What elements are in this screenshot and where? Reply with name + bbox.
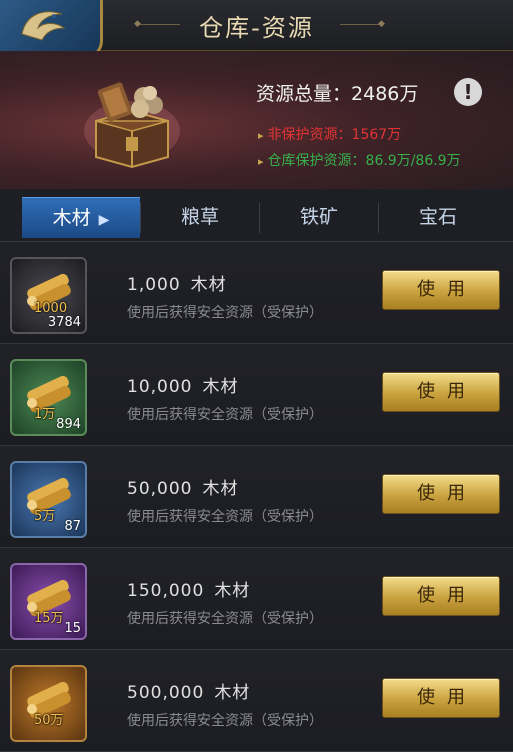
item-count: 15 bbox=[64, 621, 81, 636]
tab-label: 宝石 bbox=[418, 206, 457, 228]
item-amount: 50,000 bbox=[127, 479, 193, 499]
resource-summary: 资源总量：2486万 ! ▸ 非保护资源：1567万 ▸ 仓库保护资源：86.9万/… bbox=[0, 51, 513, 189]
unprotected-label: 非保护资源： bbox=[267, 127, 352, 143]
item-amount: 150,000 bbox=[127, 581, 205, 601]
arrow-right-icon: ▸ bbox=[258, 155, 264, 168]
page-title: 仓库-资源 bbox=[199, 14, 314, 42]
total-value: 2486万 bbox=[351, 83, 419, 105]
total-label: 资源总量： bbox=[256, 83, 352, 105]
wood-bundle-icon[interactable]: 15万 15 bbox=[10, 563, 87, 640]
use-button[interactable]: 使用 bbox=[382, 474, 500, 514]
item-unit: 木材 bbox=[214, 683, 251, 703]
exclamation-icon[interactable]: ! bbox=[454, 78, 482, 106]
item-unit: 木材 bbox=[214, 581, 251, 601]
use-button[interactable]: 使用 bbox=[382, 372, 500, 412]
resource-tabs: 木材 ▶ 粮草 铁矿 宝石 bbox=[0, 189, 513, 242]
tab-wood[interactable]: 木材 ▶ bbox=[22, 197, 140, 238]
item-count: 3784 bbox=[47, 315, 81, 330]
header-bar: ◆ ◆ 仓库-资源 bbox=[0, 0, 513, 59]
item-name: 50,000 木材 bbox=[127, 474, 238, 499]
total-resources: 资源总量：2486万 bbox=[256, 79, 418, 106]
tab-label: 木材 bbox=[52, 207, 91, 229]
protected-resources: ▸ 仓库保护资源：86.9万/86.9万 bbox=[258, 150, 461, 170]
item-amount-badge: 5万 bbox=[34, 509, 56, 524]
arrow-right-icon: ▸ bbox=[258, 129, 264, 142]
item-amount-badge: 1万 bbox=[34, 407, 56, 422]
use-button[interactable]: 使用 bbox=[382, 678, 500, 718]
wood-bundle-icon[interactable]: 1000 3784 bbox=[10, 257, 87, 334]
item-description: 使用后获得安全资源（受保护） bbox=[127, 713, 323, 729]
item-name: 1,000 木材 bbox=[127, 270, 227, 295]
item-unit: 木材 bbox=[202, 377, 239, 397]
wood-bundle-icon[interactable]: 1万 894 bbox=[10, 359, 87, 436]
wood-bundle-icon[interactable]: 50万 bbox=[10, 665, 87, 742]
list-item: 1000 3784 1,000 木材 使用后获得安全资源（受保护） 使用 bbox=[0, 242, 513, 344]
item-amount-badge: 15万 bbox=[34, 611, 64, 626]
item-name: 500,000 木材 bbox=[127, 678, 250, 703]
item-amount: 1,000 bbox=[127, 275, 181, 295]
list-item: 5万 87 50,000 木材 使用后获得安全资源（受保护） 使用 bbox=[0, 446, 513, 548]
item-description: 使用后获得安全资源（受保护） bbox=[127, 305, 323, 321]
item-unit: 木材 bbox=[190, 275, 227, 295]
item-name: 10,000 木材 bbox=[127, 372, 238, 397]
tab-iron[interactable]: 铁矿 bbox=[260, 197, 378, 237]
unprotected-value: 1567万 bbox=[351, 127, 402, 143]
item-count: 894 bbox=[56, 417, 81, 432]
list-item: 50万 500,000 木材 使用后获得安全资源（受保护） 使用 bbox=[0, 650, 513, 752]
treasure-chest-icon bbox=[82, 71, 182, 171]
item-name: 150,000 木材 bbox=[127, 576, 250, 601]
tab-gem[interactable]: 宝石 bbox=[379, 197, 497, 237]
item-count: 87 bbox=[64, 519, 81, 534]
item-amount: 500,000 bbox=[127, 683, 205, 703]
item-amount-badge: 1000 bbox=[34, 301, 68, 316]
protected-label: 仓库保护资源： bbox=[267, 153, 366, 169]
item-amount: 10,000 bbox=[127, 377, 193, 397]
item-description: 使用后获得安全资源（受保护） bbox=[127, 509, 323, 525]
use-button[interactable]: 使用 bbox=[382, 576, 500, 616]
chevron-right-icon: ▶ bbox=[98, 212, 110, 228]
wood-bundle-icon[interactable]: 5万 87 bbox=[10, 461, 87, 538]
item-description: 使用后获得安全资源（受保护） bbox=[127, 611, 323, 627]
item-description: 使用后获得安全资源（受保护） bbox=[127, 407, 323, 423]
protected-value: 86.9万/86.9万 bbox=[365, 153, 461, 169]
tab-grain[interactable]: 粮草 bbox=[141, 197, 259, 237]
tab-label: 铁矿 bbox=[299, 206, 338, 228]
tab-label: 粮草 bbox=[180, 206, 219, 228]
unprotected-resources: ▸ 非保护资源：1567万 bbox=[258, 124, 401, 144]
use-button[interactable]: 使用 bbox=[382, 270, 500, 310]
list-item: 15万 15 150,000 木材 使用后获得安全资源（受保护） 使用 bbox=[0, 548, 513, 650]
item-unit: 木材 bbox=[202, 479, 239, 499]
list-item: 1万 894 10,000 木材 使用后获得安全资源（受保护） 使用 bbox=[0, 344, 513, 446]
